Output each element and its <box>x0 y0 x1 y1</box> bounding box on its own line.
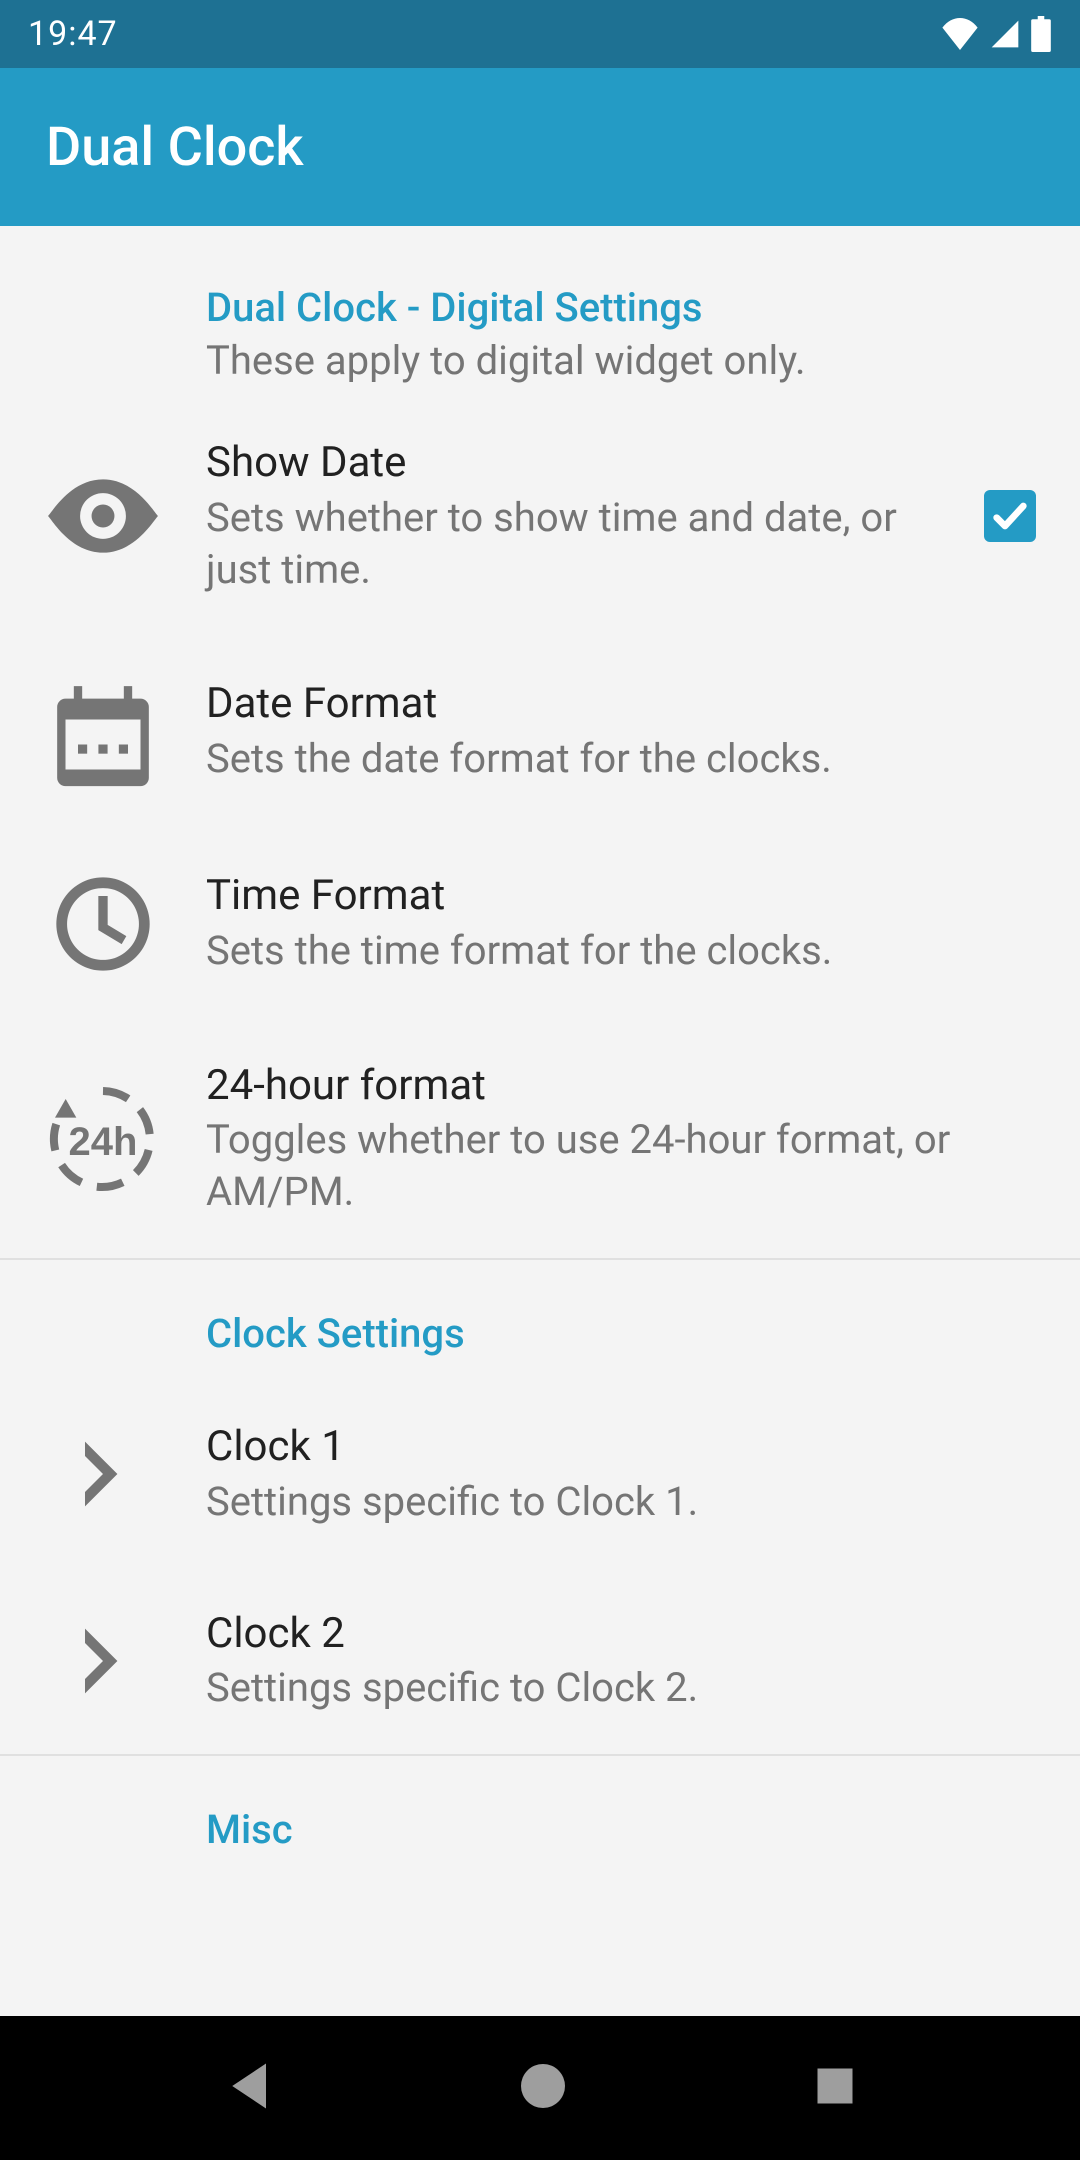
section-subtitle: These apply to digital widget only. <box>206 335 1050 387</box>
item-subtitle: Toggles whether to use 24-hour format, o… <box>206 1114 1016 1218</box>
wifi-icon <box>940 18 980 50</box>
item-24hour-format[interactable]: 24h 24-hour format Toggles whether to us… <box>0 1020 1080 1259</box>
item-title: Clock 2 <box>206 1608 1016 1661</box>
item-subtitle: Settings specific to Clock 1. <box>206 1476 1016 1528</box>
item-title: 24-hour format <box>206 1060 1016 1113</box>
svg-text:24h: 24h <box>69 1120 138 1164</box>
item-subtitle: Sets the time format for the clocks. <box>206 925 1016 977</box>
section-title: Misc <box>206 1806 1050 1853</box>
settings-list: Dual Clock - Digital Settings These appl… <box>0 226 1080 2016</box>
chevron-right-icon <box>0 1438 206 1510</box>
item-subtitle: Sets whether to show time and date, or j… <box>206 492 964 596</box>
item-time-format[interactable]: Time Format Sets the time format for the… <box>0 828 1080 1020</box>
page-title: Dual Clock <box>46 116 304 179</box>
item-subtitle: Settings specific to Clock 2. <box>206 1662 1016 1714</box>
status-time: 19:47 <box>28 14 118 54</box>
item-title: Time Format <box>206 870 1016 923</box>
item-title: Date Format <box>206 678 1016 731</box>
item-clock-2[interactable]: Clock 2 Settings specific to Clock 2. <box>0 1568 1080 1755</box>
checkbox-show-date[interactable] <box>984 490 1036 542</box>
signal-icon <box>988 18 1022 50</box>
section-header-clock: Clock Settings <box>0 1260 1080 1381</box>
section-header-misc: Misc <box>0 1756 1080 1877</box>
navigation-bar <box>0 2016 1080 2160</box>
item-title: Clock 1 <box>206 1421 1016 1474</box>
chevron-right-icon <box>0 1625 206 1697</box>
item-clock-1[interactable]: Clock 1 Settings specific to Clock 1. <box>0 1381 1080 1568</box>
battery-icon <box>1030 16 1052 52</box>
item-subtitle: Sets the date format for the clocks. <box>206 733 1016 785</box>
status-icons <box>940 16 1052 52</box>
nav-recent-button[interactable] <box>814 2065 856 2111</box>
status-bar: 19:47 <box>0 0 1080 68</box>
clock-icon <box>0 868 206 980</box>
nav-back-button[interactable] <box>224 2059 272 2117</box>
nav-home-button[interactable] <box>519 2062 567 2114</box>
item-title: Show Date <box>206 437 964 490</box>
clock-24h-icon: 24h <box>0 1075 206 1203</box>
calendar-icon <box>0 676 206 788</box>
section-header-digital: Dual Clock - Digital Settings These appl… <box>0 226 1080 397</box>
section-title: Dual Clock - Digital Settings <box>206 284 1050 331</box>
item-show-date[interactable]: Show Date Sets whether to show time and … <box>0 397 1080 636</box>
section-title: Clock Settings <box>206 1310 1050 1357</box>
app-bar: Dual Clock <box>0 68 1080 226</box>
item-date-format[interactable]: Date Format Sets the date format for the… <box>0 636 1080 828</box>
eye-icon <box>0 477 206 555</box>
